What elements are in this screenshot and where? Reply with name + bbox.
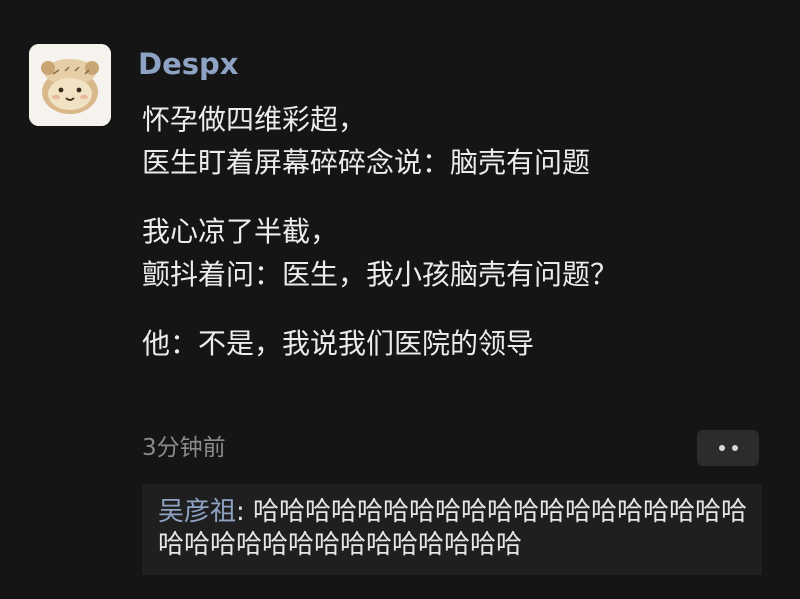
username[interactable]: Despx [138,44,238,84]
more-options-button[interactable] [697,430,759,466]
post-line: 我心凉了半截， [142,215,339,248]
post-paragraph: 他：不是，我说我们医院的领导 [142,322,762,365]
post-line: 他：不是，我说我们医院的领导 [142,327,535,360]
post-line: 颤抖着问：医生，我小孩脑壳有问题？ [142,258,619,291]
post-paragraph: 我心凉了半截， 颤抖着问：医生，我小孩脑壳有问题？ [142,210,762,296]
post-content: 怀孕做四维彩超， 医生盯着屏幕碎碎念说：脑壳有问题 我心凉了半截， 颤抖着问：医… [142,98,762,391]
comment-separator: : [236,497,254,527]
post-paragraph: 怀孕做四维彩超， 医生盯着屏幕碎碎念说：脑壳有问题 [142,98,762,184]
comments-box: 吴彦祖: 哈哈哈哈哈哈哈哈哈哈哈哈哈哈哈哈哈哈哈哈哈哈哈哈哈哈哈哈哈哈哈哈哈 [142,484,762,575]
comment-author[interactable]: 吴彦祖 [158,497,236,527]
post-timestamp: 3分钟前 [142,435,226,461]
comment-item: 吴彦祖: 哈哈哈哈哈哈哈哈哈哈哈哈哈哈哈哈哈哈哈哈哈哈哈哈哈哈哈哈哈哈哈哈哈 [158,496,752,562]
avatar[interactable] [29,44,111,126]
bear-face-icon [29,44,111,126]
post-line: 怀孕做四维彩超， [142,103,367,136]
more-dots-icon [718,445,738,451]
post-line: 医生盯着屏幕碎碎念说：脑壳有问题 [142,146,591,179]
